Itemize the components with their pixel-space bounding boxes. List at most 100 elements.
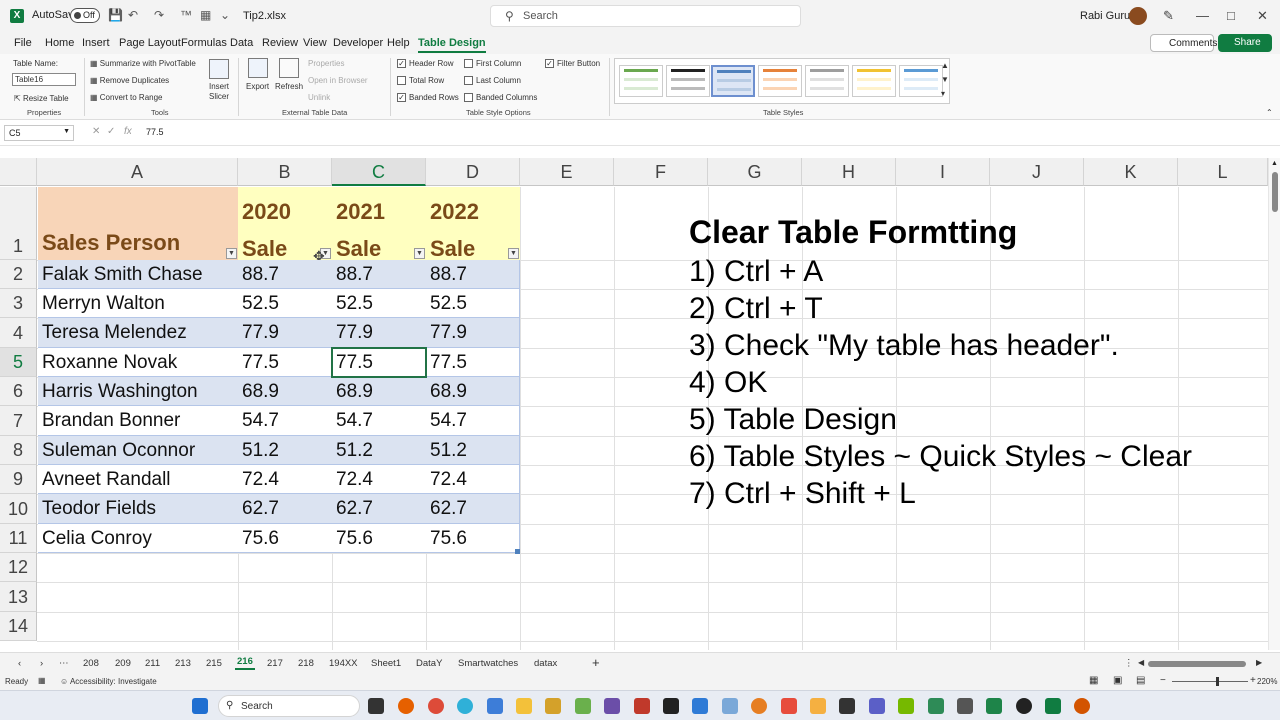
row-header[interactable]: 9 bbox=[0, 465, 37, 494]
pen-icon[interactable]: ✎ bbox=[1163, 8, 1174, 24]
style-swatch-green[interactable] bbox=[619, 65, 663, 97]
filter-dropdown-icon[interactable]: ▼ bbox=[414, 248, 425, 259]
zoom-level[interactable]: 220% bbox=[1257, 677, 1277, 686]
formula-input[interactable]: 77.5 bbox=[146, 127, 164, 137]
gallery-scroll-down-icon[interactable]: ▼ bbox=[941, 75, 949, 84]
table-cell[interactable]: 52.5 bbox=[238, 289, 332, 318]
horizontal-scroll-thumb[interactable] bbox=[1148, 661, 1246, 667]
table-cell[interactable]: Roxanne Novak bbox=[38, 348, 238, 377]
table-cell[interactable]: Teresa Melendez bbox=[38, 318, 238, 348]
table-cell[interactable]: 77.9 bbox=[238, 318, 332, 348]
tab-formulas[interactable]: Formulas bbox=[181, 37, 227, 49]
table-cell[interactable]: Avneet Randall bbox=[38, 465, 238, 494]
app-icon[interactable] bbox=[1074, 698, 1090, 714]
tab-developer[interactable]: Developer bbox=[333, 37, 383, 49]
table-header-cell[interactable]: 2022 Sale bbox=[426, 187, 520, 260]
sheet-tab-active[interactable]: 216 bbox=[235, 656, 255, 670]
table-resize-handle[interactable] bbox=[515, 549, 520, 554]
close-icon[interactable]: ✕ bbox=[1257, 8, 1268, 24]
style-swatch-gray[interactable] bbox=[805, 65, 849, 97]
zoom-slider[interactable] bbox=[1172, 681, 1248, 682]
table-cell[interactable]: 72.4 bbox=[426, 465, 520, 494]
app-icon[interactable] bbox=[928, 698, 944, 714]
table-name-input[interactable]: Table16 bbox=[12, 73, 76, 86]
table-cell[interactable]: 72.4 bbox=[238, 465, 332, 494]
active-cell-selection[interactable] bbox=[331, 347, 427, 378]
sheet-tab[interactable]: 215 bbox=[206, 658, 222, 669]
app-icon[interactable] bbox=[810, 698, 826, 714]
filter-dropdown-icon[interactable]: ▼ bbox=[508, 248, 519, 259]
tab-insert[interactable]: Insert bbox=[82, 37, 110, 49]
column-header[interactable]: H bbox=[802, 158, 896, 186]
table-cell[interactable]: 75.6 bbox=[238, 524, 332, 553]
column-header[interactable]: F bbox=[614, 158, 708, 186]
app-icon[interactable] bbox=[986, 698, 1002, 714]
style-swatch-black[interactable] bbox=[666, 65, 710, 97]
sheet-tab[interactable]: datax bbox=[534, 658, 557, 669]
windows-start-icon[interactable] bbox=[192, 698, 208, 714]
app-icon[interactable] bbox=[1016, 698, 1032, 714]
column-header[interactable]: I bbox=[896, 158, 990, 186]
banded-columns-checkbox[interactable] bbox=[464, 93, 473, 102]
export-icon[interactable] bbox=[248, 58, 268, 78]
resize-table-button[interactable]: ⇱ Resize Table bbox=[14, 94, 69, 103]
row-header[interactable]: 10 bbox=[0, 494, 37, 524]
gallery-scroll-up-icon[interactable]: ▲ bbox=[941, 61, 949, 70]
excel-taskbar-icon[interactable] bbox=[1045, 698, 1061, 714]
avatar[interactable] bbox=[1129, 7, 1147, 25]
row-header[interactable]: 12 bbox=[0, 553, 37, 582]
cancel-icon[interactable]: ✕ bbox=[92, 126, 100, 137]
insert-slicer-icon[interactable] bbox=[209, 59, 229, 79]
table-cell[interactable]: Suleman Oconnor bbox=[38, 436, 238, 465]
row-header[interactable]: 11 bbox=[0, 524, 37, 553]
scroll-up-icon[interactable]: ▲ bbox=[1271, 160, 1278, 167]
table-cell[interactable]: Celia Conroy bbox=[38, 524, 238, 553]
tab-file[interactable]: File bbox=[14, 37, 32, 49]
first-column-checkbox[interactable] bbox=[464, 59, 473, 68]
last-column-checkbox[interactable] bbox=[464, 76, 473, 85]
macro-record-icon[interactable]: ▦ bbox=[38, 676, 46, 685]
table-cell[interactable]: 75.6 bbox=[426, 524, 520, 553]
row-header[interactable]: 4 bbox=[0, 318, 37, 348]
prev-sheet-icon[interactable]: ‹ bbox=[18, 658, 21, 669]
insert-slicer-label[interactable]: Insert bbox=[209, 82, 229, 91]
worksheet-grid[interactable]: A B C D E F G H I J K L 1 2 3 4 5 6 7 8 … bbox=[0, 158, 1268, 650]
table-cell[interactable]: 51.2 bbox=[238, 436, 332, 465]
sheet-tab[interactable]: Smartwatches bbox=[458, 658, 518, 669]
table-cell[interactable]: 51.2 bbox=[332, 436, 426, 465]
firefox-icon[interactable] bbox=[398, 698, 414, 714]
table-cell[interactable]: 52.5 bbox=[332, 289, 426, 318]
insert-slicer-label-2[interactable]: Slicer bbox=[209, 92, 229, 101]
row-header[interactable]: 8 bbox=[0, 436, 37, 465]
table-cell[interactable]: 62.7 bbox=[238, 494, 332, 524]
customize-qat-icon[interactable]: ⌄ bbox=[220, 8, 230, 22]
column-header[interactable]: D bbox=[426, 158, 520, 186]
table-cell[interactable]: 68.9 bbox=[426, 377, 520, 406]
refresh-icon[interactable] bbox=[279, 58, 299, 78]
table-cell[interactable]: 75.6 bbox=[332, 524, 426, 553]
edge-icon[interactable] bbox=[457, 698, 473, 714]
table-header-cell[interactable]: 2021 Sale bbox=[332, 187, 426, 260]
file-explorer-icon[interactable] bbox=[516, 698, 532, 714]
sheet-tab[interactable]: 218 bbox=[298, 658, 314, 669]
task-view-icon[interactable] bbox=[368, 698, 384, 714]
tab-home[interactable]: Home bbox=[45, 37, 74, 49]
export-label[interactable]: Export bbox=[246, 82, 269, 91]
normal-view-icon[interactable]: ▦ bbox=[1089, 675, 1098, 686]
table-cell[interactable]: 77.9 bbox=[426, 318, 520, 348]
column-header[interactable]: G bbox=[708, 158, 802, 186]
column-header[interactable]: A bbox=[37, 158, 238, 186]
spelling-icon[interactable]: ™ bbox=[180, 8, 192, 22]
style-swatch-lightblue[interactable] bbox=[899, 65, 943, 97]
column-header[interactable]: K bbox=[1084, 158, 1178, 186]
tab-review[interactable]: Review bbox=[262, 37, 298, 49]
zoom-out-icon[interactable]: − bbox=[1160, 675, 1166, 686]
vscode-icon[interactable] bbox=[692, 698, 708, 714]
row-header[interactable]: 2 bbox=[0, 260, 37, 289]
sheet-tab[interactable]: 194XX bbox=[329, 658, 358, 669]
table-cell[interactable]: 62.7 bbox=[426, 494, 520, 524]
table-cell[interactable]: 54.7 bbox=[238, 406, 332, 436]
app-icon[interactable] bbox=[604, 698, 620, 714]
tab-table-design[interactable]: Table Design bbox=[418, 37, 486, 53]
table-cell[interactable]: 77.5 bbox=[426, 348, 520, 377]
